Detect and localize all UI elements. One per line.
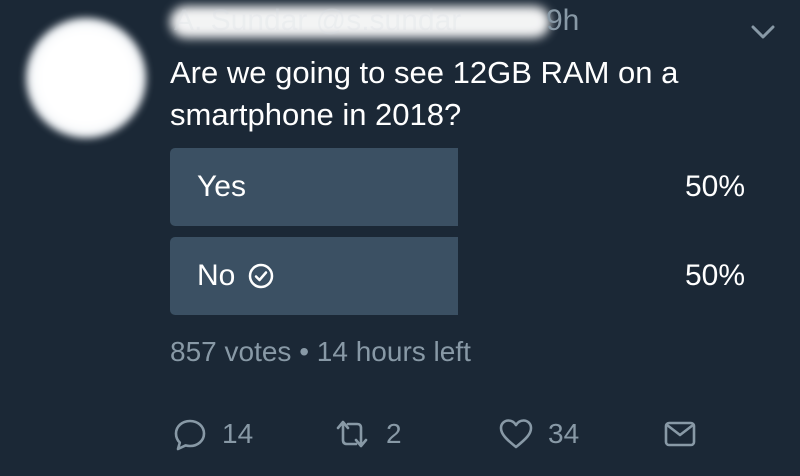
check-circle-icon <box>247 262 275 290</box>
time-left: 14 hours left <box>316 336 471 367</box>
poll-option-no: No 50% <box>170 237 745 315</box>
avatar[interactable] <box>26 18 146 138</box>
poll-question: Are we going to see 12GB RAM on a smartp… <box>170 55 679 132</box>
vote-count: 857 votes <box>170 336 292 367</box>
reply-icon <box>172 416 208 452</box>
like-button[interactable]: 34 <box>498 410 579 458</box>
heart-icon <box>498 416 534 452</box>
poll-option-percent: 50% <box>684 259 745 292</box>
chevron-down-icon[interactable] <box>750 22 776 42</box>
reply-count: 14 <box>222 418 254 449</box>
retweet-button[interactable]: 2 <box>332 410 402 458</box>
poll-option-label: No <box>197 259 236 292</box>
reply-button[interactable]: 14 <box>172 410 253 458</box>
retweet-icon <box>332 416 372 452</box>
envelope-icon <box>662 416 698 452</box>
poll-option-percent: 50% <box>684 170 745 203</box>
poll-option-label: Yes <box>197 170 246 203</box>
tweet-header: A. Sundar @s.sundar 9h <box>170 0 590 44</box>
retweet-count: 2 <box>386 418 402 449</box>
poll-meta: 857 votes • 14 hours left <box>170 336 471 368</box>
author-name[interactable]: A. Sundar @s.sundar <box>174 4 461 38</box>
like-count: 34 <box>548 418 580 449</box>
direct-message-button[interactable] <box>662 410 698 458</box>
tweet-actions: 14 2 34 <box>170 410 730 458</box>
timestamp[interactable]: 9h <box>546 4 579 38</box>
tweet: A. Sundar @s.sundar 9h Are we going to s… <box>0 0 800 476</box>
meta-separator: • <box>299 336 310 367</box>
poll-option-yes: Yes 50% <box>170 148 745 226</box>
